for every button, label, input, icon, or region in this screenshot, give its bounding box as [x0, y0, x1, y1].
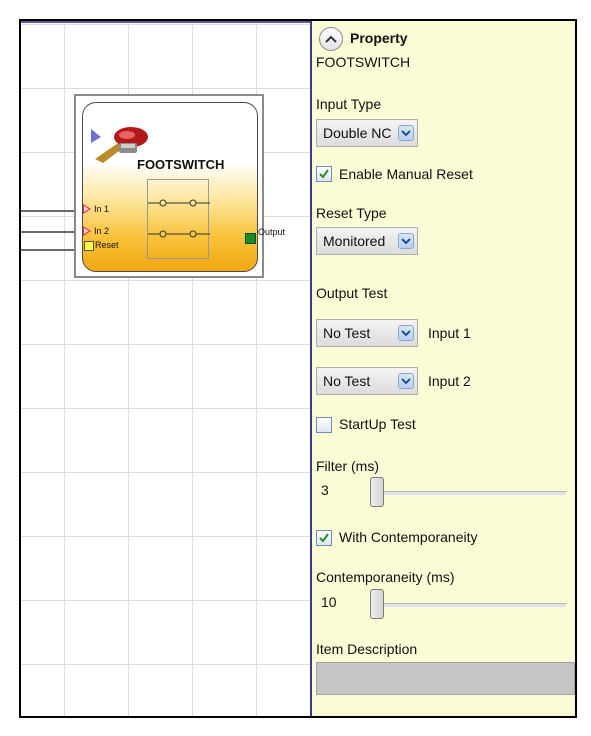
output-test-value-1: No Test	[323, 325, 371, 341]
input-type-label: Input Type	[316, 96, 382, 112]
input-port-2-label: In 2	[94, 226, 110, 236]
contemporaneity-slider-track[interactable]	[370, 603, 566, 608]
filter-label: Filter (ms)	[316, 458, 379, 474]
input-type-value: Double NC	[323, 125, 392, 141]
property-panel: Property FOOTSWITCH Input Type Double NC…	[312, 21, 575, 716]
component-name: FOOTSWITCH	[316, 54, 411, 70]
with-contemporaneity-label: With Contemporaneity	[339, 529, 478, 545]
output-test-value-2: No Test	[323, 373, 371, 389]
reset-type-label: Reset Type	[316, 205, 387, 221]
contemporaneity-value: 10	[321, 594, 337, 610]
output-test-input-2-label: Input 2	[428, 373, 471, 389]
output-test-label: Output Test	[316, 285, 388, 301]
filter-slider-track[interactable]	[370, 491, 566, 496]
dropdown-chevron-icon	[398, 125, 414, 141]
reset-type-select[interactable]: Monitored	[316, 227, 418, 255]
input-port-1-icon[interactable]	[83, 204, 91, 214]
filter-value: 3	[321, 482, 329, 498]
dropdown-chevron-icon	[398, 233, 414, 249]
startup-test-checkbox[interactable]	[316, 417, 332, 433]
checkmark-icon	[319, 169, 329, 179]
footswitch-block-body: FOOTSWITCH In 1 In 2 Reset	[82, 102, 258, 272]
enable-manual-reset-label: Enable Manual Reset	[339, 166, 473, 182]
contemporaneity-label: Contemporaneity (ms)	[316, 569, 455, 585]
output-test-select-1[interactable]: No Test	[316, 319, 418, 347]
dropdown-chevron-icon	[398, 373, 414, 389]
output-port-icon[interactable]	[245, 233, 256, 244]
output-test-input-1-label: Input 1	[428, 325, 471, 341]
reset-type-value: Monitored	[323, 233, 386, 249]
enable-manual-reset-checkbox[interactable]	[316, 166, 332, 182]
filter-slider-thumb[interactable]	[370, 477, 384, 507]
block-title: FOOTSWITCH	[137, 157, 225, 172]
input-port-1-label: In 1	[94, 204, 110, 214]
item-description-label: Item Description	[316, 641, 418, 657]
output-test-select-2[interactable]: No Test	[316, 367, 418, 395]
contemporaneity-slider-thumb[interactable]	[370, 589, 384, 619]
dropdown-chevron-icon	[398, 325, 414, 341]
panel-header: Property	[350, 30, 408, 46]
output-port-label: Output	[258, 227, 286, 237]
startup-test-label: StartUp Test	[339, 416, 416, 432]
application-frame: FOOTSWITCH In 1 In 2 Reset Output Proper…	[19, 19, 577, 718]
reset-port-label: Reset	[95, 240, 119, 250]
contacts-box	[147, 179, 210, 259]
input-port-2-icon[interactable]	[83, 226, 91, 236]
collapse-up-icon	[325, 35, 337, 43]
input-type-select[interactable]: Double NC	[316, 119, 418, 147]
nc-contact-symbol-1	[148, 199, 210, 207]
checkmark-icon	[319, 533, 329, 543]
diagram-canvas[interactable]: FOOTSWITCH In 1 In 2 Reset Output	[21, 21, 312, 716]
footswitch-block[interactable]: FOOTSWITCH In 1 In 2 Reset	[74, 94, 264, 278]
nc-contact-symbol-2	[148, 230, 210, 238]
collapse-button[interactable]	[319, 27, 343, 51]
with-contemporaneity-checkbox[interactable]	[316, 530, 332, 546]
reset-port-icon[interactable]	[84, 241, 94, 251]
item-description-field[interactable]	[316, 662, 575, 695]
canvas-top-border	[21, 21, 312, 23]
